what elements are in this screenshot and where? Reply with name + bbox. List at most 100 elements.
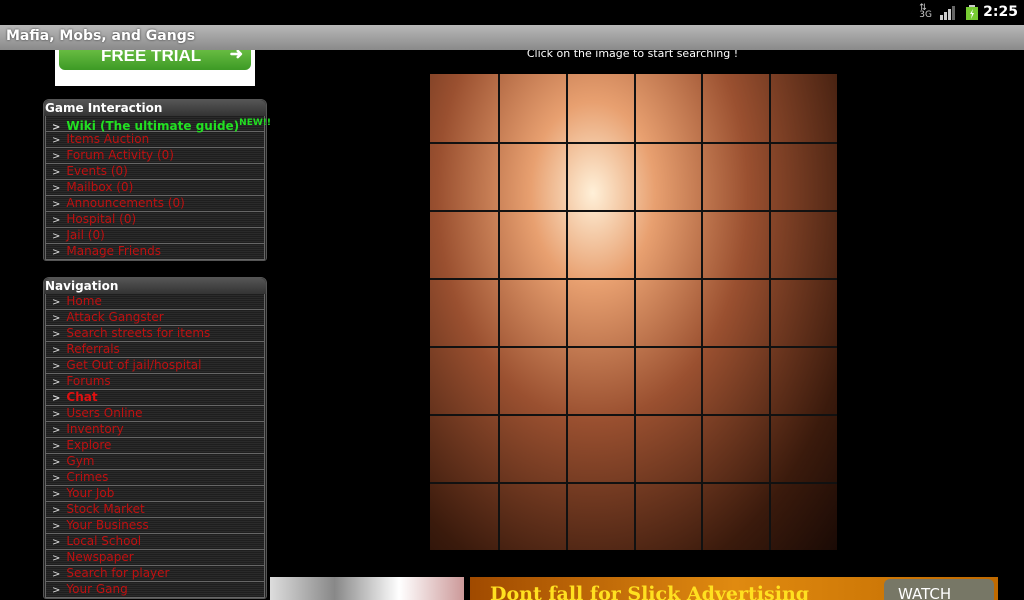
ad-text: Dont fall for Slick Advertising [490,583,810,600]
menu-item-label: Newspaper [66,550,134,564]
chevron-right-icon: > [52,135,61,146]
menu-item[interactable]: > Local School [45,534,265,550]
menu-item-label: Your Job [66,486,115,500]
menu-item-label: Forum Activity (0) [66,148,174,162]
chevron-right-icon: > [52,409,61,420]
menu-item-label: Your Gang [66,582,128,596]
menu-item-label: Crimes [66,470,109,484]
menu-item[interactable]: > Events (0) [45,164,265,180]
menu-item[interactable]: > Referrals [45,342,265,358]
menu-item[interactable]: > Stock Market [45,502,265,518]
menu-item[interactable]: > Newspaper [45,550,265,566]
menu-item-label: Gym [66,454,95,468]
grid-line [430,346,837,348]
grid-line [430,414,837,416]
menu-item[interactable]: > Your Job [45,486,265,502]
chevron-right-icon: > [52,457,61,468]
menu-item[interactable]: > Get Out of jail/hospital [45,358,265,374]
menu-item-label: Local School [66,534,142,548]
menu-item[interactable]: > Gym [45,454,265,470]
chevron-right-icon: > [52,425,61,436]
menu-item-label: Inventory [66,422,124,436]
chevron-right-icon: > [52,329,61,340]
menu-item-label: Users Online [66,406,143,420]
menu-item-label: Items Auction [66,132,150,146]
menu-item[interactable]: > Inventory [45,422,265,438]
menu-item[interactable]: > Mailbox (0) [45,180,265,196]
menu-item[interactable]: > Crimes [45,470,265,486]
menu-item[interactable]: > Items Auction [45,132,265,148]
chevron-right-icon: > [52,247,61,258]
menu-item[interactable]: > Hospital (0) [45,212,265,228]
grid-line [430,278,837,280]
menu-item-label: Events (0) [66,164,128,178]
menu-item[interactable]: > Chat [45,390,265,406]
menu-item[interactable]: > Your Gang [45,582,265,598]
menu-item[interactable]: > Wiki (The ultimate guide)NEW!! [45,116,271,133]
chevron-right-icon: > [52,215,61,226]
status-bar: ⇅ 3G 2:25 [0,0,1024,25]
chevron-right-icon: > [52,505,61,516]
chevron-right-icon: > [52,537,61,548]
menu-item-label: Manage Friends [66,244,162,258]
menu-item-label: Attack Gangster [66,310,164,324]
chevron-right-icon: > [52,553,61,564]
menu-item-label: Jail (0) [66,228,105,242]
chevron-right-icon: > [52,167,61,178]
menu-item-label: Forums [66,374,111,388]
menu-item[interactable]: > Users Online [45,406,265,422]
new-badge: NEW!! [239,118,271,128]
menu-item[interactable]: > Your Business [45,518,265,534]
menu-item[interactable]: > Announcements (0) [45,196,265,212]
chevron-right-icon: > [52,489,61,500]
menu-item-label: Get Out of jail/hospital [66,358,202,372]
menu-item[interactable]: > Search for player [45,566,265,582]
chevron-right-icon: > [52,377,61,388]
menu-item-label: Search for player [66,566,170,580]
menu-item[interactable]: > Forums [45,374,265,390]
ad-banner-left[interactable] [270,577,464,600]
battery-icon [966,5,978,20]
chevron-right-icon: > [52,585,61,596]
menu-item[interactable]: > Jail (0) [45,228,265,244]
menu-item[interactable]: > Attack Gangster [45,310,265,326]
signal-icon [940,6,955,20]
chevron-right-icon: > [52,345,61,356]
chevron-right-icon: > [52,183,61,194]
menu-item[interactable]: > Explore [45,438,265,454]
chevron-right-icon: > [52,441,61,452]
menu-item-label: Hospital (0) [66,212,137,226]
menu-item-label: Referrals [66,342,120,356]
grid-line [769,74,772,550]
menu-item-label: Home [66,294,102,308]
chevron-right-icon: > [52,569,61,580]
grid-line [430,210,837,212]
chevron-right-icon: > [52,151,61,162]
menu-item[interactable]: > Search streets for items [45,326,265,342]
menu-item-label: Search streets for items [66,326,211,340]
data-arrows-icon: ⇅ 3G [919,3,932,20]
game-interaction-panel: Game Interaction > Wiki (The ultimate gui… [43,99,271,261]
panel-title: Navigation [44,278,266,294]
grid-line [701,74,704,550]
search-image-grid[interactable] [430,74,837,550]
grid-line [633,74,636,550]
menu-item-label: Mailbox (0) [66,180,134,194]
chevron-right-icon: > [52,473,61,484]
menu-item-label: Explore [66,438,112,452]
menu-item[interactable]: > Forum Activity (0) [45,148,265,164]
menu-item-label: Announcements (0) [66,196,185,210]
menu-item[interactable]: > Home [45,294,265,310]
watch-button[interactable]: WATCH [884,579,994,600]
grid-line [565,74,568,550]
panel-title: Game Interaction [44,100,266,116]
menu-item-label: Chat [66,390,98,404]
chevron-right-icon: > [52,393,61,404]
chevron-right-icon: > [52,361,61,372]
menu-item-label: Your Business [66,518,149,532]
menu-item[interactable]: > Manage Friends [45,244,265,260]
ad-banner[interactable]: Dont fall for Slick Advertising WATCH [470,577,998,600]
chevron-right-icon: > [52,231,61,242]
grid-line [430,142,837,144]
chevron-right-icon: > [52,199,61,210]
